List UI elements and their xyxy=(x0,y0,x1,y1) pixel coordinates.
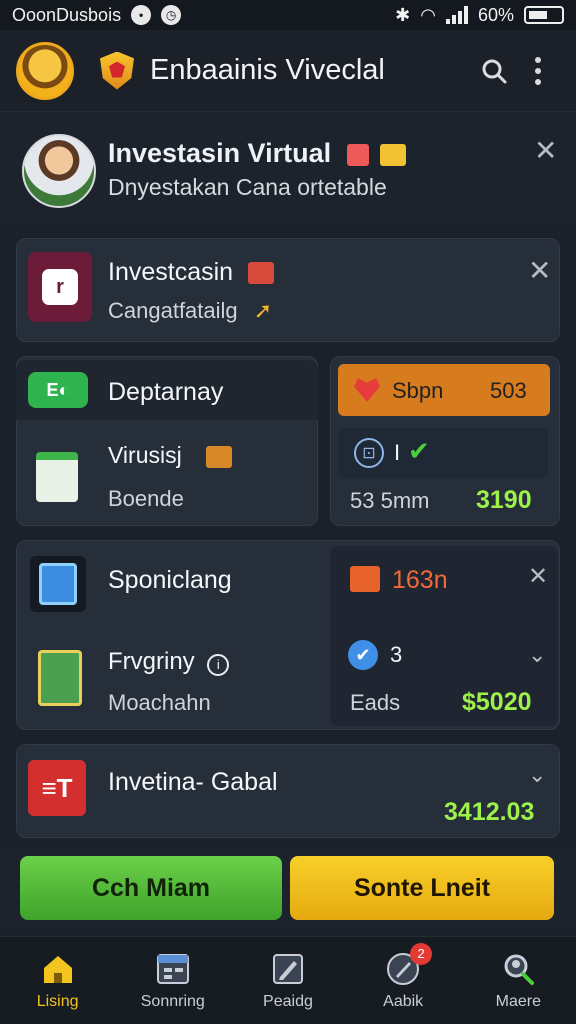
gift-icon xyxy=(248,262,275,285)
search-button[interactable] xyxy=(472,49,516,93)
sponsor-title: Sponiclang xyxy=(108,566,232,594)
nav-item-home[interactable]: Lising xyxy=(3,951,113,1011)
nav-label-schedule: Sonnring xyxy=(140,992,205,1010)
sponsor-app-icon xyxy=(30,556,86,612)
deposit-item-sub: Boende xyxy=(108,486,184,511)
nav-item-edit[interactable]: Peaidg xyxy=(233,951,343,1011)
home-icon xyxy=(43,955,72,983)
edit-icon xyxy=(272,953,303,984)
sponsor-item-title: Frvgriny i xyxy=(108,648,230,676)
app-title: Enbaainis Viveclal xyxy=(150,54,385,86)
stats-value: $5020 xyxy=(462,688,532,716)
spreadsheet-icon xyxy=(38,650,82,706)
search-icon xyxy=(482,59,507,83)
carrier-text: OoonDusbois xyxy=(12,4,122,25)
info-icon[interactable]: i xyxy=(207,654,230,676)
profile-title: Investasin Virtual xyxy=(108,138,407,169)
close-profile-button[interactable]: ✕ xyxy=(534,134,557,167)
rocket-icon: ➚ xyxy=(253,298,273,323)
deposit-item-title: Virusisj xyxy=(108,442,233,469)
secondary-action-button[interactable]: Sonte Lneit xyxy=(290,856,554,920)
signal-icon xyxy=(445,6,468,24)
invest-value: 3412.03 xyxy=(444,798,535,826)
sponsor-item-sub: Moachahn xyxy=(108,690,211,715)
nav-label-more: Maere xyxy=(495,992,542,1010)
profile-subtitle: Dnyestakan Cana ortetable xyxy=(108,174,387,200)
investasi-card[interactable] xyxy=(16,238,560,342)
shield-icon xyxy=(100,51,134,90)
investasi-subtitle: Cangatfatailg ➚ xyxy=(108,298,272,324)
close-stats-button[interactable]: ✕ xyxy=(528,562,548,591)
nav-label-edit: Peaidg xyxy=(263,992,313,1010)
gift-box-icon xyxy=(350,566,380,592)
investasi-subtitle-text: Cangatfatailg xyxy=(108,298,238,323)
receipt-icon xyxy=(36,452,78,502)
bottom-nav: Lising Sonnring Peaidg 2 Aabik Maere xyxy=(0,936,576,1024)
deposit-pill-label: Deptarnay xyxy=(108,378,224,406)
more-menu-button[interactable] xyxy=(516,49,560,93)
investasi-title-text: Investcasin xyxy=(108,258,234,286)
nav-label-home: Lising xyxy=(36,992,79,1010)
chevron-down-icon[interactable]: ⌄ xyxy=(528,642,546,668)
profile-title-text: Investasin Virtual xyxy=(108,138,332,168)
stats-stat2: 3 xyxy=(390,642,403,667)
sponsor-item-title-text: Frvgriny xyxy=(108,648,195,675)
chat-icon: • xyxy=(131,5,152,25)
close-investasi-button[interactable]: ✕ xyxy=(528,254,551,287)
invest-title: Invetina- Gabal xyxy=(108,768,278,796)
check-icon: ✔ xyxy=(408,436,430,466)
calendar-icon xyxy=(156,953,189,984)
spin-status-num: I xyxy=(394,440,401,465)
chevron-down-icon[interactable]: ⌄ xyxy=(528,762,546,788)
stats-label: Eads xyxy=(350,690,401,715)
stats-stat1: 163n xyxy=(392,566,448,594)
spin-metric-value: 3190 xyxy=(476,486,532,514)
spin-pill-value: 503 xyxy=(490,378,527,403)
clock-icon: ◷ xyxy=(161,5,182,25)
spin-pill-label: Sbpn xyxy=(392,378,444,403)
nav-label-rocket: Aabik xyxy=(383,992,424,1010)
pencil-icon xyxy=(346,143,369,166)
spin-metric-label: 53 5mm xyxy=(350,488,430,513)
search-user-icon xyxy=(504,954,535,985)
more-vertical-icon xyxy=(535,56,541,85)
briefcase-icon xyxy=(380,143,407,166)
verified-icon: ✔ xyxy=(348,640,378,670)
nav-item-more[interactable]: Maere xyxy=(463,951,573,1011)
bluetooth-icon: ✱ xyxy=(395,4,411,25)
app-logo[interactable] xyxy=(16,41,74,100)
wifi-icon: ◠ xyxy=(420,4,436,25)
status-bar: OoonDusbois • ◷ ✱ ◠ 60% xyxy=(0,0,576,30)
profile-avatar xyxy=(22,134,96,208)
nav-item-schedule[interactable]: Sonnring xyxy=(118,951,228,1011)
deposit-item-title-text: Virusisj xyxy=(108,442,182,468)
cash-icon: E◐ xyxy=(28,372,88,408)
battery-percent: 60% xyxy=(477,4,514,25)
investasi-title: Investcasin xyxy=(108,258,275,287)
notification-badge: 2 xyxy=(410,942,433,965)
investasi-app-icon: r xyxy=(28,252,92,322)
battery-icon xyxy=(524,6,564,24)
invest-app-icon: ≡T xyxy=(28,760,86,816)
primary-action-button[interactable]: Cch Miam xyxy=(20,856,282,920)
app-bar: Enbaainis Viveclal xyxy=(0,30,576,112)
nav-item-rocket[interactable]: 2 Aabik xyxy=(348,942,458,1011)
lock-icon: ⊡ xyxy=(354,438,384,468)
calendar-small-icon xyxy=(206,445,233,468)
